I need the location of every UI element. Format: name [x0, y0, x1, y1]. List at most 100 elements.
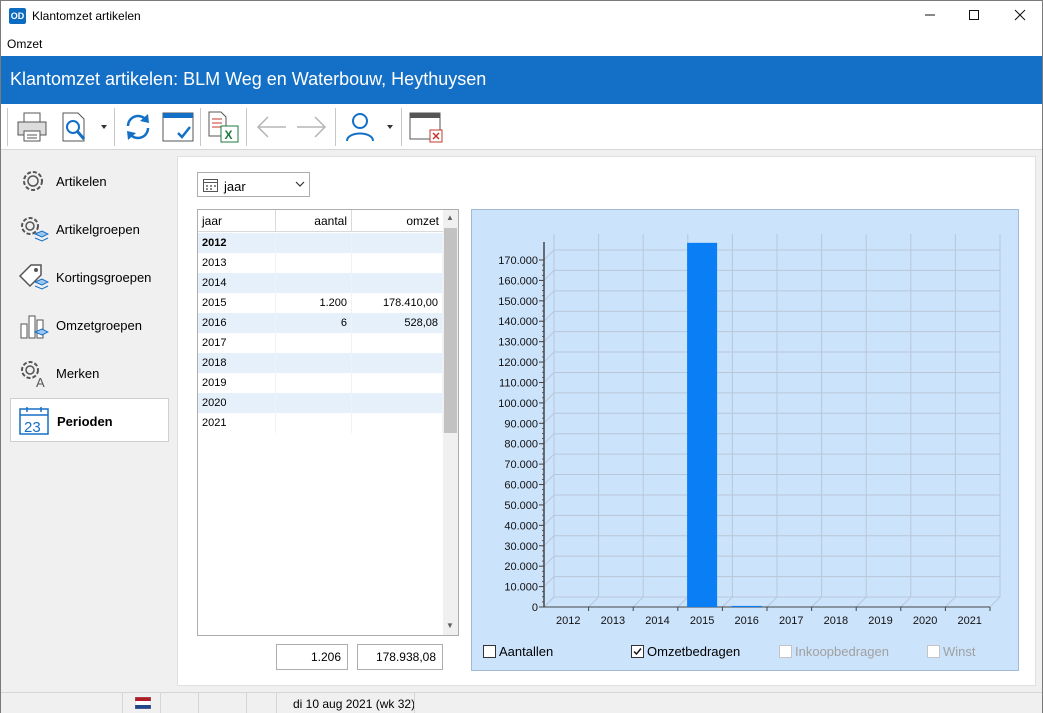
grid-line	[543, 474, 555, 485]
y-tick-label: 20.000	[504, 561, 538, 573]
printer-icon[interactable]	[15, 109, 49, 145]
grid-line	[543, 494, 555, 506]
table-cell-jaar: 2016	[198, 313, 276, 333]
table-cell-jaar: 2014	[198, 273, 276, 293]
grid-line	[543, 351, 555, 363]
person-icon[interactable]	[343, 109, 377, 145]
table-row[interactable]: 2016 6 528,08	[198, 313, 443, 333]
export-excel-icon[interactable]: X	[205, 109, 241, 145]
gear-stack-icon	[21, 217, 49, 242]
sidebar-item-perioden[interactable]: 23 Perioden	[10, 398, 169, 442]
svg-text:A: A	[36, 375, 45, 388]
grid-line	[722, 596, 733, 608]
preview-dropdown-arrow[interactable]	[101, 125, 107, 129]
maximize-button[interactable]	[951, 1, 997, 32]
table-header: jaar aantal omzet	[198, 210, 443, 232]
y-tick-label: 150.000	[498, 296, 538, 308]
checkbox-box[interactable]	[483, 645, 496, 658]
table-cell-jaar: 2017	[198, 333, 276, 353]
scroll-thumb[interactable]	[444, 228, 457, 433]
table-cell-aantal: 6	[276, 313, 352, 333]
table-scrollbar[interactable]: ▲ ▼	[443, 210, 458, 635]
sidebar-item-kortingsgroepen[interactable]: Kortingsgroepen	[10, 255, 169, 299]
preview-icon[interactable]	[58, 109, 92, 145]
y-tick-label: 140.000	[498, 316, 538, 328]
y-tick-label: 0	[532, 602, 538, 614]
sidebar-item-label: Merken	[56, 366, 100, 381]
checkbox-box[interactable]	[631, 645, 644, 658]
y-tick-label: 130.000	[498, 337, 538, 349]
bar-2015	[687, 242, 718, 607]
grid-line	[543, 290, 555, 302]
menu-omzet[interactable]: Omzet	[7, 37, 42, 51]
sidebar-item-artikelen[interactable]: Artikelen	[10, 159, 169, 203]
grid-line	[543, 249, 555, 261]
grid-line	[543, 392, 555, 404]
table-cell-jaar: 2013	[198, 253, 276, 273]
y-tick-label: 110.000	[499, 377, 538, 389]
person-dropdown-arrow[interactable]	[387, 125, 393, 129]
grid-line	[900, 596, 912, 608]
sidebar-item-merken[interactable]: A Merken	[10, 351, 169, 395]
table-row[interactable]: 2015 1.200 178.410,00	[198, 293, 443, 313]
table-cell-aantal	[276, 353, 352, 373]
x-tick-label: 2014	[645, 615, 669, 627]
bar-chart-icon	[20, 315, 49, 339]
window-check-icon[interactable]	[161, 109, 195, 145]
bar-chart: 0 10.000 20.000 30.000 40.000 50.000 60.000 70.…	[498, 234, 1001, 627]
window-title: Klantomzet artikelen	[32, 9, 141, 23]
minimize-button[interactable]	[907, 1, 953, 32]
grid-line	[543, 535, 555, 547]
period-select[interactable]: jaar	[197, 172, 310, 197]
table-cell-aantal	[276, 413, 352, 433]
table-row[interactable]: 2013	[198, 253, 443, 273]
y-tick-label: 60.000	[504, 480, 538, 492]
table-cell-jaar: 2015	[198, 293, 276, 313]
table-row[interactable]: 2014	[198, 273, 443, 293]
sidebar-item-artikelgroepen[interactable]: Artikelgroepen	[10, 207, 169, 251]
close-button[interactable]	[997, 1, 1043, 32]
status-cell	[1, 693, 123, 713]
tag-stack-icon	[18, 264, 49, 290]
toolbar: X	[1, 104, 1042, 150]
table-row[interactable]: 2020	[198, 393, 443, 413]
scroll-up-icon[interactable]: ▲	[446, 213, 454, 222]
column-header-aantal[interactable]: aantal	[276, 210, 352, 232]
table-cell-aantal	[276, 253, 352, 273]
toolbar-separator	[7, 108, 8, 146]
status-cell	[277, 693, 415, 713]
grid-line	[543, 433, 555, 445]
sidebar-item-omzetgroepen[interactable]: Omzetgroepen	[10, 303, 169, 347]
y-tick-label: 100.000	[498, 398, 538, 410]
x-tick-label: 2020	[913, 615, 937, 627]
dutch-flag-icon	[135, 697, 151, 709]
status-cell	[247, 693, 277, 713]
menu-bar: Omzet	[1, 32, 1042, 56]
chart-panel: 0 10.000 20.000 30.000 40.000 50.000 60.000 70.…	[471, 209, 1019, 671]
gear-icon	[23, 171, 43, 191]
table-cell-omzet	[352, 273, 443, 293]
y-tick-label: 160.000	[498, 275, 538, 287]
column-header-omzet[interactable]: omzet	[352, 210, 443, 232]
checkbox-label: Inkoopbedragen	[795, 644, 889, 659]
grid-line	[543, 412, 555, 424]
scroll-down-icon[interactable]: ▼	[446, 621, 454, 630]
table-row[interactable]: 2017	[198, 333, 443, 353]
close-window-icon[interactable]	[408, 109, 444, 145]
y-tick-label: 10.000	[504, 582, 538, 594]
refresh-icon[interactable]	[121, 109, 155, 145]
toolbar-separator	[401, 108, 402, 146]
app-window: OD Klantomzet artikelen Omzet Klantomzet…	[0, 0, 1043, 713]
table-row[interactable]: 2019	[198, 373, 443, 393]
table-row[interactable]: 2021	[198, 413, 443, 433]
sidebar-item-label: Artikelen	[56, 174, 107, 189]
checkbox-label: Aantallen	[499, 644, 554, 659]
x-tick-label: 2019	[868, 615, 892, 627]
table-row[interactable]: 2018	[198, 353, 443, 373]
table-row[interactable]: 2012	[198, 233, 443, 253]
column-header-jaar[interactable]: jaar	[198, 210, 276, 232]
table-cell-aantal	[276, 373, 352, 393]
checkbox-box	[779, 645, 792, 658]
grid-line	[989, 596, 1001, 608]
data-table[interactable]: jaar aantal omzet 2012 2013 2014 2015 1.200 1…	[197, 209, 459, 636]
